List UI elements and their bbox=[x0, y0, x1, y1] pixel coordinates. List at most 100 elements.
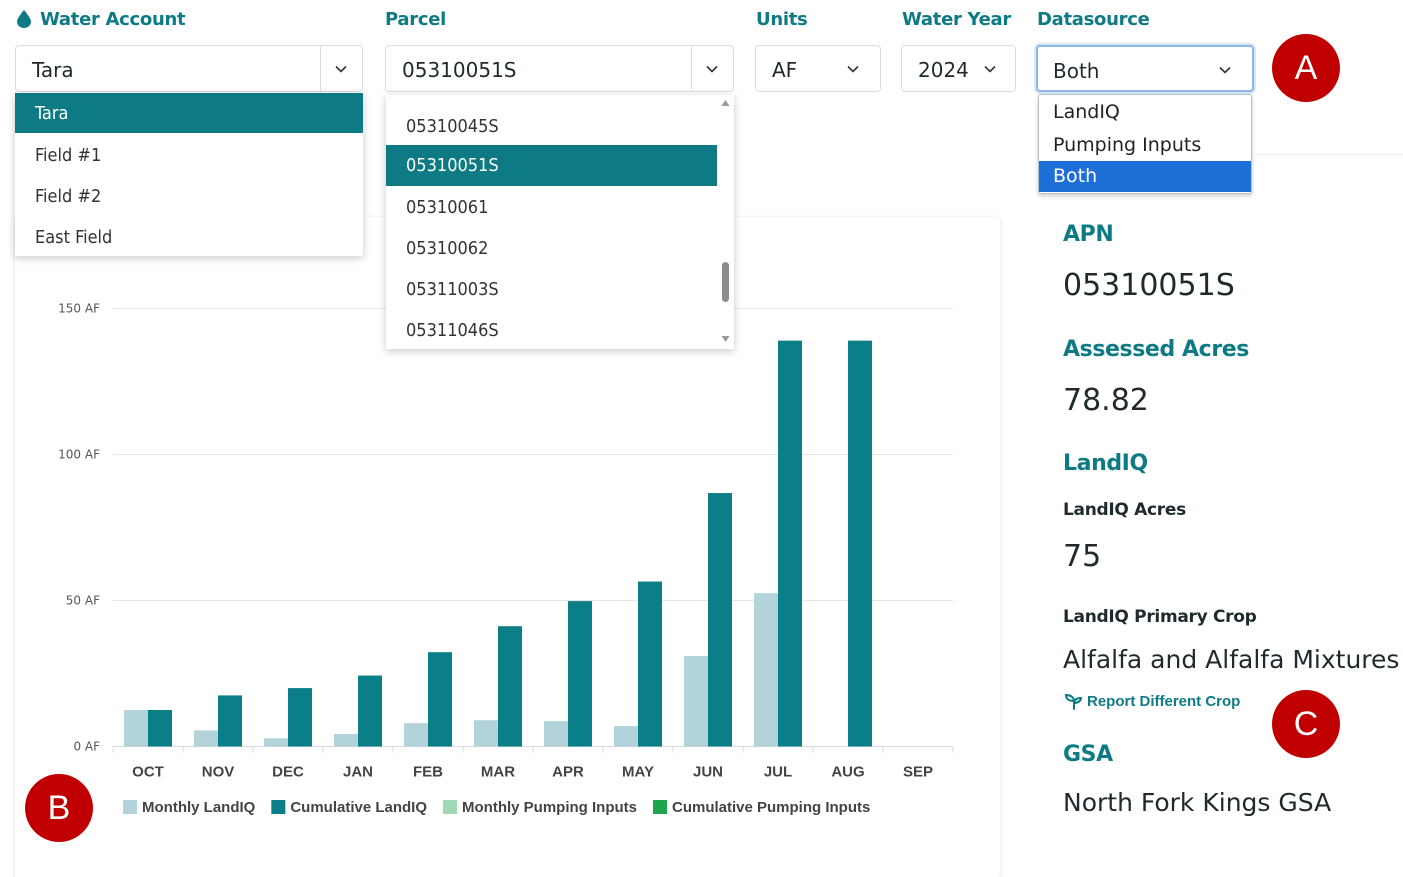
x-tick-label: FEB bbox=[413, 764, 443, 781]
units-value: AF bbox=[772, 58, 798, 82]
water-account-select[interactable]: Tara bbox=[15, 45, 363, 92]
bar-cumulative-landiq bbox=[848, 340, 872, 747]
chevron-down-icon bbox=[847, 65, 859, 73]
landiq-heading: LandIQ bbox=[1063, 451, 1148, 476]
water-account-option[interactable]: East Field bbox=[15, 218, 363, 256]
bar-monthly-landiq bbox=[684, 655, 708, 747]
gsa-label: GSA bbox=[1063, 742, 1113, 767]
water-year-value: 2024 bbox=[918, 58, 969, 82]
water-account-option[interactable]: Field #2 bbox=[15, 177, 363, 215]
water-account-menu: Tara Field #1 Field #2 East Field bbox=[15, 93, 363, 256]
parcel-scrollbar[interactable] bbox=[717, 95, 734, 349]
legend-label: Monthly Pumping Inputs bbox=[462, 799, 637, 816]
parcel-option[interactable]: 05310062 bbox=[386, 229, 717, 267]
water-account-label: Water Account bbox=[16, 9, 186, 33]
parcel-select[interactable]: 05310051S bbox=[385, 45, 734, 92]
bar-monthly-landiq bbox=[614, 726, 638, 747]
bar-cumulative-landiq bbox=[358, 675, 382, 747]
bar-monthly-landiq bbox=[754, 593, 778, 747]
water-account-option[interactable]: Tara bbox=[15, 93, 363, 133]
bar-cumulative-landiq bbox=[638, 581, 662, 747]
bar-cumulative-landiq bbox=[288, 688, 312, 747]
callout-c-badge: C bbox=[1272, 690, 1340, 758]
parcel-label: Parcel bbox=[385, 9, 446, 30]
x-tick-label: JAN bbox=[343, 764, 373, 781]
parcel-option[interactable]: 05311046S bbox=[386, 311, 717, 349]
report-different-crop-link[interactable]: Report Different Crop bbox=[1064, 692, 1240, 714]
bar-cumulative-landiq bbox=[148, 710, 172, 747]
water-drop-icon bbox=[16, 9, 32, 33]
bar-monthly-landiq bbox=[194, 730, 218, 747]
parcel-option[interactable]: 05311003S bbox=[386, 270, 717, 308]
y-tick-label: 0 AF bbox=[73, 740, 100, 754]
callout-b-badge: B bbox=[25, 774, 93, 842]
legend-swatch bbox=[443, 800, 458, 814]
datasource-label: Datasource bbox=[1037, 9, 1150, 30]
assessed-acres-value: 78.82 bbox=[1063, 383, 1149, 418]
x-tick-label: JUN bbox=[693, 764, 723, 781]
datasource-value: Both bbox=[1053, 59, 1100, 83]
parcel-value: 05310051S bbox=[402, 58, 517, 82]
y-tick-label: 100 AF bbox=[58, 448, 100, 462]
divider bbox=[1254, 154, 1403, 155]
gsa-value: North Fork Kings GSA bbox=[1063, 788, 1332, 817]
callout-a-badge: A bbox=[1272, 34, 1340, 102]
x-tick-label: AUG bbox=[831, 764, 864, 781]
x-tick-label: JUL bbox=[764, 764, 792, 781]
chevron-down-icon bbox=[984, 65, 996, 73]
datasource-option[interactable]: Pumping Inputs bbox=[1039, 130, 1251, 161]
water-account-value: Tara bbox=[32, 58, 74, 82]
bar-cumulative-landiq bbox=[428, 652, 452, 747]
apn-label: APN bbox=[1063, 222, 1114, 247]
parcel-option[interactable]: 05310045S bbox=[386, 107, 717, 145]
bar-monthly-landiq bbox=[474, 720, 498, 747]
bar-monthly-landiq bbox=[544, 721, 568, 747]
primary-crop-label: LandIQ Primary Crop bbox=[1063, 607, 1257, 627]
parcel-option[interactable]: 05310061 bbox=[386, 188, 717, 226]
bar-monthly-landiq bbox=[264, 738, 288, 747]
legend-label: Cumulative LandIQ bbox=[290, 799, 427, 816]
bar-cumulative-landiq bbox=[708, 493, 732, 747]
x-tick-label: OCT bbox=[132, 764, 164, 781]
legend-label: Cumulative Pumping Inputs bbox=[672, 799, 870, 816]
bar-cumulative-landiq bbox=[778, 340, 802, 747]
bar-cumulative-landiq bbox=[498, 626, 522, 747]
chevron-down-icon[interactable] bbox=[334, 62, 348, 76]
seedling-icon bbox=[1064, 692, 1083, 714]
y-tick-label: 50 AF bbox=[66, 594, 100, 608]
chevron-down-icon bbox=[1219, 66, 1231, 74]
x-tick-label: NOV bbox=[202, 764, 235, 781]
chevron-down-icon[interactable] bbox=[705, 62, 719, 76]
legend-swatch bbox=[271, 800, 286, 814]
x-tick-label: MAR bbox=[481, 764, 515, 781]
x-tick-label: MAY bbox=[622, 764, 654, 781]
landiq-acres-label: LandIQ Acres bbox=[1063, 500, 1186, 520]
parcel-option[interactable]: 05310051S bbox=[386, 145, 717, 186]
primary-crop-value: Alfalfa and Alfalfa Mixtures bbox=[1063, 645, 1400, 674]
apn-value: 05310051S bbox=[1063, 268, 1235, 303]
legend-swatch bbox=[653, 800, 667, 814]
water-year-label: Water Year bbox=[902, 9, 1011, 30]
water-year-select[interactable]: 2024 bbox=[901, 45, 1016, 92]
x-tick-label: SEP bbox=[903, 764, 933, 781]
y-tick-label: 150 AF bbox=[58, 302, 100, 316]
bar-cumulative-landiq bbox=[568, 601, 592, 747]
landiq-acres-value: 75 bbox=[1063, 539, 1102, 574]
units-label: Units bbox=[756, 9, 808, 30]
legend-swatch bbox=[123, 800, 137, 814]
parcel-menu: 05310045S 05310051S 05310061 05310062 05… bbox=[386, 95, 734, 349]
bar-cumulative-landiq bbox=[218, 695, 242, 747]
datasource-menu: LandIQ Pumping Inputs Both bbox=[1038, 94, 1252, 194]
bar-monthly-landiq bbox=[124, 710, 148, 747]
x-tick-label: APR bbox=[552, 764, 584, 781]
assessed-acres-label: Assessed Acres bbox=[1063, 337, 1249, 362]
units-select[interactable]: AF bbox=[755, 45, 881, 92]
x-tick-label: DEC bbox=[272, 764, 304, 781]
legend-label: Monthly LandIQ bbox=[142, 799, 256, 816]
water-account-option[interactable]: Field #1 bbox=[15, 136, 363, 174]
bar-monthly-landiq bbox=[334, 733, 358, 747]
bar-monthly-landiq bbox=[404, 723, 428, 747]
datasource-option[interactable]: Both bbox=[1039, 161, 1251, 192]
datasource-option[interactable]: LandIQ bbox=[1039, 97, 1251, 128]
datasource-select[interactable]: Both bbox=[1036, 45, 1254, 92]
